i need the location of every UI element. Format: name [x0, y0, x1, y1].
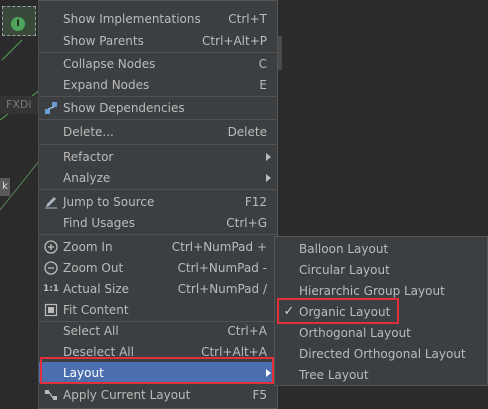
highlight-box-layout: [40, 357, 274, 384]
submenu-item-tree-layout[interactable]: Tree Layout: [275, 364, 487, 385]
menu-item-zoom-out[interactable]: Zoom Out Ctrl+NumPad -: [39, 257, 277, 278]
submenu-item-orthogonal-layout[interactable]: Orthogonal Layout: [275, 322, 487, 343]
menu-item-actual-size[interactable]: 1:1 Actual Size Ctrl+NumPad /: [39, 278, 277, 299]
diagram-edges: [0, 39, 40, 211]
menu-item-shortcut: Ctrl+A: [227, 323, 267, 338]
submenu-item-balloon-layout[interactable]: Balloon Layout: [275, 238, 487, 259]
menu-item-label: Show Implementations: [63, 11, 201, 26]
menu-item-shortcut: Ctrl+Alt+P: [202, 33, 267, 48]
context-menu: Show Implementations Ctrl+T Show Parents…: [38, 0, 278, 409]
menu-item-label: Refactor: [63, 149, 114, 164]
menu-item-label: Fit Content: [63, 302, 129, 317]
menu-item-analyze[interactable]: Analyze: [39, 167, 277, 188]
submenu-arrow-icon: [266, 152, 271, 161]
submenu-item-directed-orthogonal-layout[interactable]: Directed Orthogonal Layout: [275, 343, 487, 364]
diagram-node-label-small[interactable]: k: [0, 178, 10, 196]
menu-item-shortcut: Ctrl+NumPad +: [171, 239, 267, 254]
menu-item-label: Zoom Out: [63, 260, 124, 275]
submenu-arrow-icon: [266, 173, 271, 182]
menu-item-fit-content[interactable]: Fit Content: [39, 299, 277, 320]
menu-item-label: Actual Size: [63, 281, 130, 296]
submenu-item-label: Hierarchic Group Layout: [299, 283, 445, 298]
menu-item-label: Show Parents: [63, 33, 144, 48]
submenu-item-label: Orthogonal Layout: [299, 325, 411, 340]
menu-item-zoom-in[interactable]: Zoom In Ctrl+NumPad +: [39, 236, 277, 257]
menu-item-refactor[interactable]: Refactor: [39, 146, 277, 167]
menu-item-label: Jump to Source: [63, 194, 155, 209]
dependencies-icon: [43, 100, 59, 116]
menu-separator: [39, 119, 277, 120]
menu-item-shortcut: Ctrl+G: [226, 215, 267, 230]
menu-item-shortcut: Ctrl+NumPad /: [177, 281, 267, 296]
edit-pencil-icon: [43, 194, 59, 210]
menu-item-apply-current-layout[interactable]: Apply Current Layout F5: [39, 384, 277, 405]
highlight-box-organic-layout: [277, 298, 399, 324]
actual-size-icon: 1:1: [42, 283, 60, 294]
menu-item-find-usages[interactable]: Find Usages Ctrl+G: [39, 212, 277, 233]
submenu-item-label: Tree Layout: [299, 367, 369, 382]
fit-content-icon: [43, 302, 59, 318]
menu-item-show-parents[interactable]: Show Parents Ctrl+Alt+P: [39, 30, 277, 51]
menu-item-label: Apply Current Layout: [63, 387, 191, 402]
menu-item-shortcut: F12: [244, 194, 267, 209]
interface-badge-icon: I: [11, 17, 25, 31]
menu-item-label: Analyze: [63, 170, 111, 185]
menu-item-shortcut: Ctrl+NumPad -: [177, 260, 268, 275]
menu-item-shortcut: Delete: [227, 124, 267, 139]
menu-item-label: Expand Nodes: [63, 77, 150, 92]
menu-item-show-implementations[interactable]: Show Implementations Ctrl+T: [39, 8, 277, 29]
menu-item-jump-to-source[interactable]: Jump to Source F12: [39, 191, 277, 212]
menu-item-label: Find Usages: [63, 215, 136, 230]
submenu-item-label: Balloon Layout: [299, 241, 389, 256]
diagram-node[interactable]: I: [2, 6, 36, 36]
menu-item-shortcut: Ctrl+T: [228, 11, 267, 26]
submenu-item-circular-layout[interactable]: Circular Layout: [275, 259, 487, 280]
menu-separator: [39, 189, 277, 190]
menu-item-shortcut: C: [258, 56, 267, 71]
menu-item-label: Zoom In: [63, 239, 113, 254]
diagram-node-fragment: [278, 36, 282, 70]
menu-item-label: Select All: [63, 323, 119, 338]
submenu-item-label: Directed Orthogonal Layout: [299, 346, 466, 361]
menu-item-delete[interactable]: Delete... Delete: [39, 121, 277, 142]
zoom-out-icon: [43, 260, 59, 276]
menu-item-label: Delete...: [63, 124, 114, 139]
menu-separator: [39, 144, 277, 145]
menu-separator: [39, 234, 277, 235]
menu-item-label: Collapse Nodes: [63, 56, 156, 71]
menu-item-collapse-nodes[interactable]: Collapse Nodes C: [39, 53, 277, 74]
menu-item-show-dependencies[interactable]: Show Dependencies: [39, 97, 277, 118]
menu-item-shortcut: F5: [252, 387, 267, 402]
zoom-in-icon: [43, 239, 59, 255]
menu-item-label: Show Dependencies: [63, 100, 185, 115]
apply-layout-icon: [43, 387, 59, 403]
diagram-canvas-right: [278, 0, 488, 236]
menu-item-expand-nodes[interactable]: Expand Nodes E: [39, 74, 277, 95]
menu-item-select-all[interactable]: Select All Ctrl+A: [39, 320, 277, 341]
menu-item-shortcut: E: [259, 77, 267, 92]
submenu-item-label: Circular Layout: [299, 262, 390, 277]
